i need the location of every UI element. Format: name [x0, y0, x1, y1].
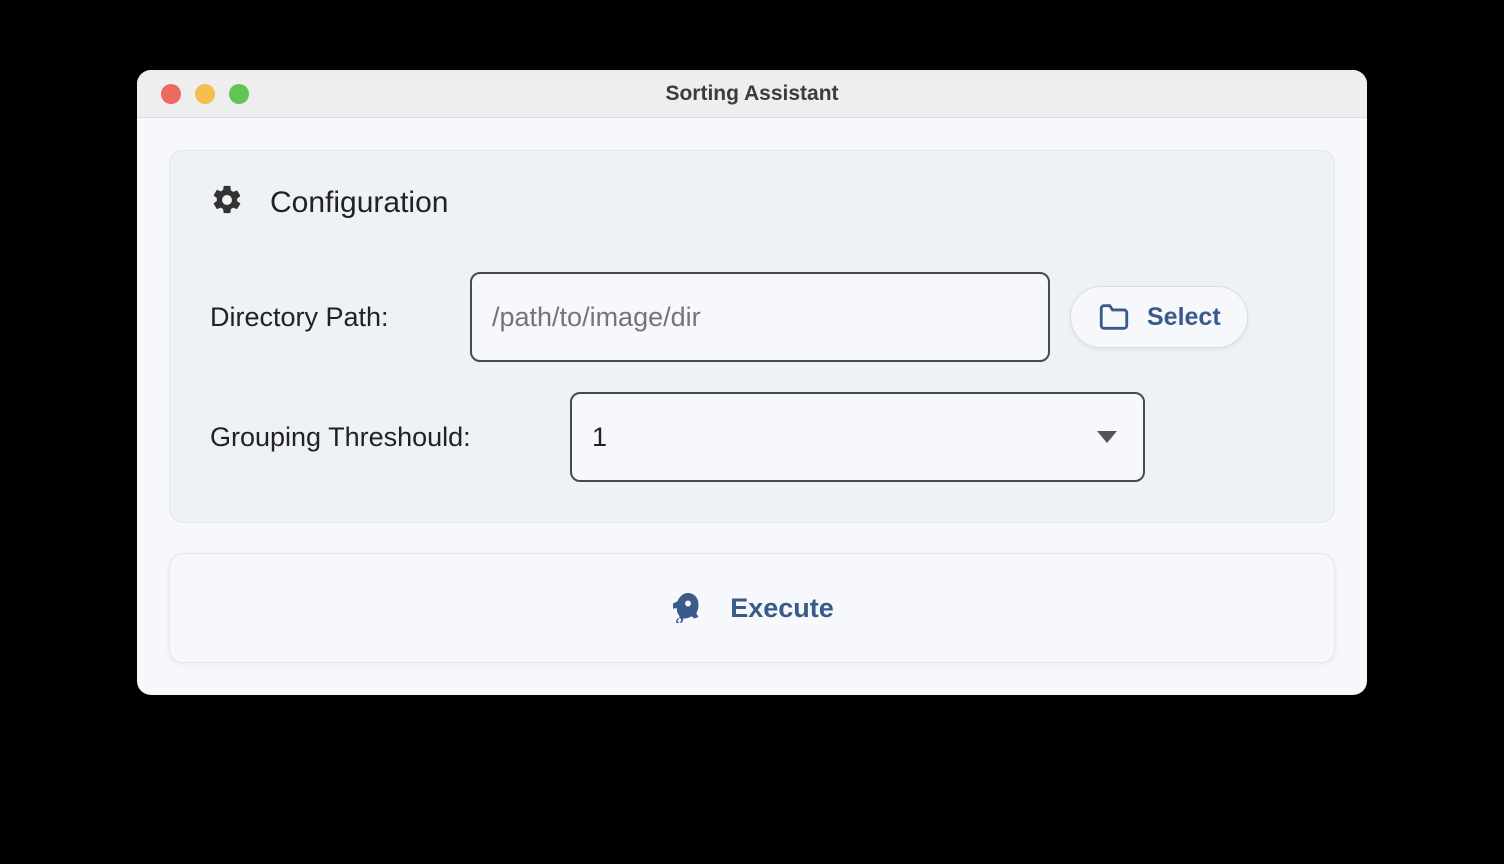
select-directory-button[interactable]: Select: [1070, 286, 1248, 348]
app-window: Sorting Assistant Configuration Director…: [137, 70, 1367, 695]
titlebar: Sorting Assistant: [137, 70, 1367, 118]
grouping-threshold-select[interactable]: 1: [570, 392, 1145, 482]
close-window-button[interactable]: [161, 84, 181, 104]
window-content: Configuration Directory Path: Select Gro…: [137, 118, 1367, 695]
window-controls: [161, 84, 249, 104]
rocket-icon: [670, 590, 706, 626]
grouping-threshold-row: Grouping Threshould: 1: [210, 392, 1294, 482]
folder-icon: [1097, 300, 1131, 334]
execute-label: Execute: [730, 593, 834, 624]
minimize-window-button[interactable]: [195, 84, 215, 104]
gear-icon: [210, 183, 244, 222]
directory-path-label: Directory Path:: [210, 302, 450, 333]
fullscreen-window-button[interactable]: [229, 84, 249, 104]
select-button-label: Select: [1147, 303, 1221, 332]
configuration-title: Configuration: [270, 186, 448, 220]
configuration-header: Configuration: [210, 183, 1294, 222]
window-title: Sorting Assistant: [137, 82, 1367, 106]
directory-path-input[interactable]: [470, 272, 1050, 362]
execute-button[interactable]: Execute: [169, 553, 1335, 663]
directory-path-row: Directory Path: Select: [210, 272, 1294, 362]
configuration-card: Configuration Directory Path: Select Gro…: [169, 150, 1335, 523]
grouping-threshold-label: Grouping Threshould:: [210, 422, 550, 453]
grouping-threshold-select-wrap: 1: [570, 392, 1145, 482]
